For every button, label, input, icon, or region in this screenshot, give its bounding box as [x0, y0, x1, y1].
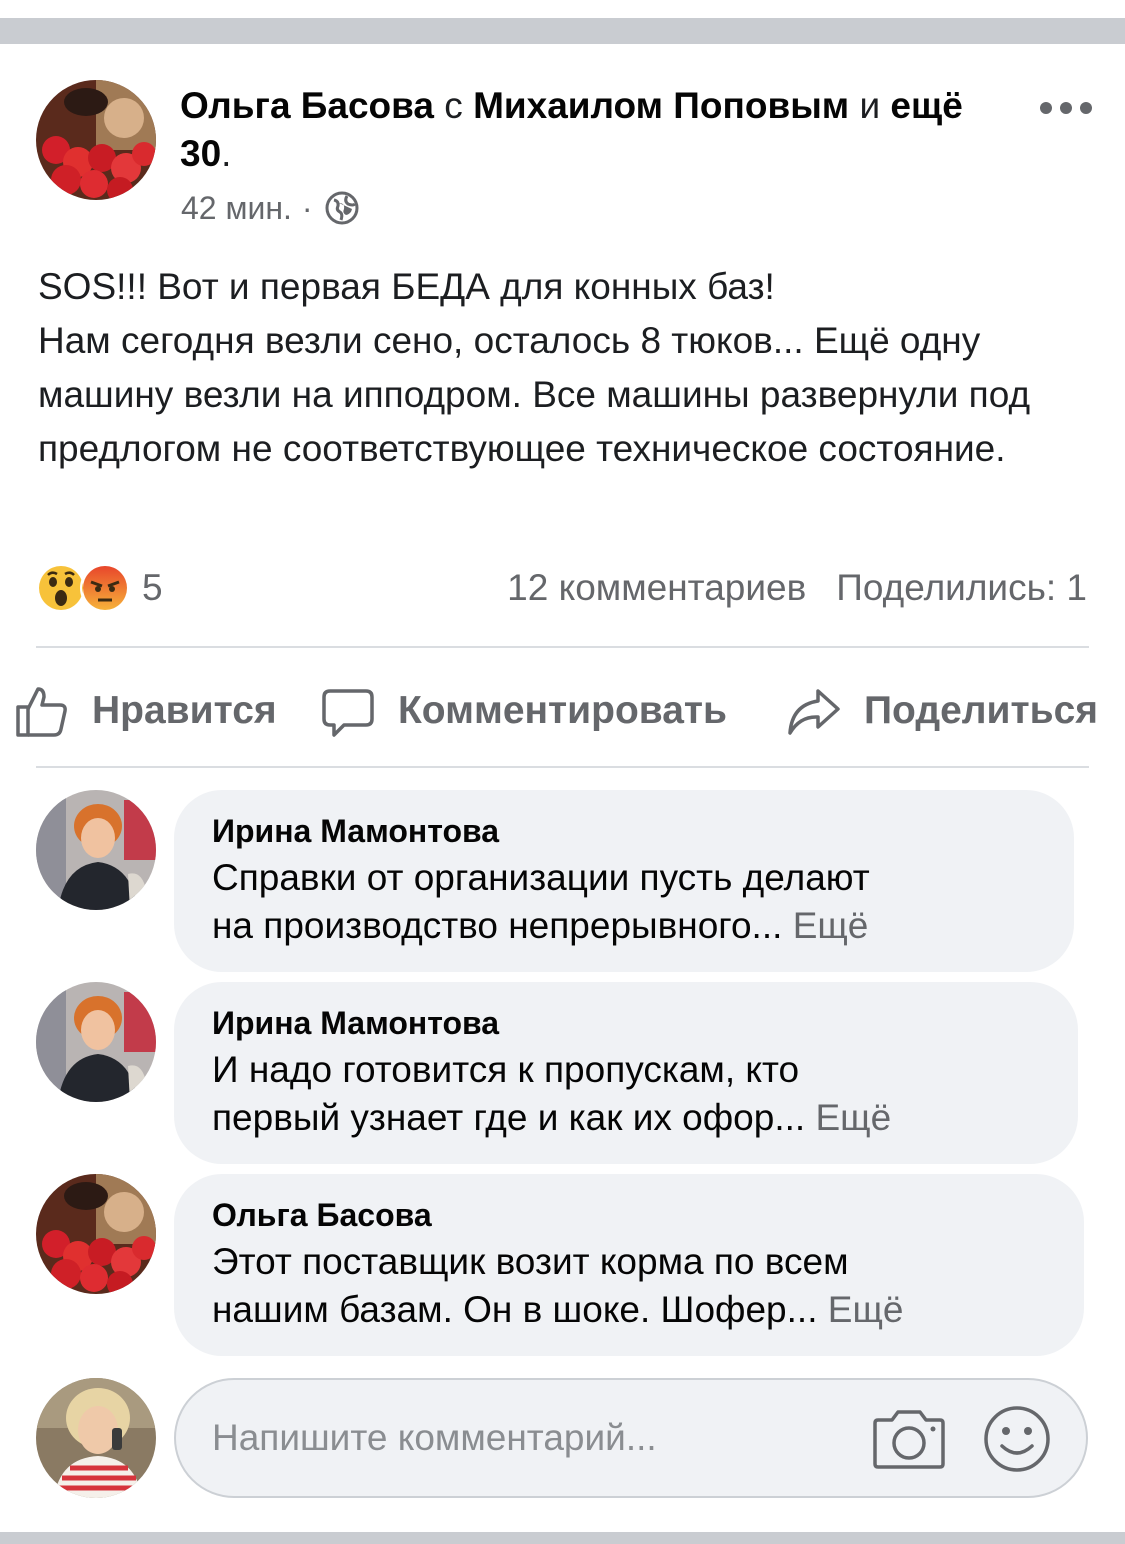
see-more-link[interactable]: Ещё	[815, 1097, 891, 1138]
comment-bubble-icon	[322, 689, 374, 737]
post-header: Ольга Басова с Михаилом Поповым и ещё 30…	[180, 82, 1020, 178]
comment-input[interactable]: Напишите комментарий...	[174, 1378, 1088, 1498]
comment-bubble: Ольга Басова Этот поставщик возит корма …	[174, 1174, 1084, 1356]
comment-line-1: Этот поставщик возит корма по всем	[212, 1241, 849, 1282]
comment-bubble: Ирина Мамонтова И надо готовится к пропу…	[174, 982, 1078, 1164]
comment-text: Справки от организации пусть делают на п…	[212, 854, 1036, 950]
comment-line-2: первый узнает где и как их офор...	[212, 1097, 806, 1138]
author-avatar[interactable]	[36, 80, 156, 200]
share-button[interactable]: Поделиться	[786, 668, 1098, 754]
tagged-person-link[interactable]: Михаилом Поповым	[473, 85, 849, 126]
camera-icon[interactable]	[872, 1406, 946, 1470]
with-word: с	[444, 85, 463, 126]
comment-line-2: нашим базам. Он в шоке. Шофер...	[212, 1289, 818, 1330]
share-arrow-icon	[788, 689, 840, 735]
share-label: Поделиться	[864, 689, 1099, 732]
header-period: .	[221, 133, 232, 174]
comment-input-placeholder: Напишите комментарий...	[212, 1417, 657, 1458]
like-button[interactable]: Нравится	[14, 668, 277, 754]
comment-line-1: И надо готовится к пропускам, кто	[212, 1049, 800, 1090]
angry-emoji-icon	[80, 563, 130, 613]
feed-separator-top	[0, 18, 1125, 44]
reactions-summary[interactable]: 5	[36, 563, 163, 613]
comment-text: Этот поставщик возит корма по всем нашим…	[212, 1238, 1046, 1334]
post-meta: 42 мин. ·	[181, 186, 359, 230]
divider-bottom	[36, 766, 1089, 768]
thumbs-up-icon	[16, 687, 67, 737]
comment-button[interactable]: Комментировать	[320, 668, 727, 754]
emoji-icon[interactable]	[982, 1404, 1052, 1474]
globe-icon	[325, 191, 359, 225]
post-action-bar: Нравится Комментировать Поделиться	[0, 668, 1125, 754]
comments-count-link[interactable]: 12 комментариев	[507, 567, 806, 609]
comment-line-2: на производство непрерывного...	[212, 905, 783, 946]
wow-emoji-icon	[36, 563, 86, 613]
shares-count-link[interactable]: Поделились: 1	[836, 567, 1087, 609]
commenter-name[interactable]: Ирина Мамонтова	[212, 1002, 1040, 1044]
like-label: Нравится	[92, 689, 277, 732]
post-body-text: SOS!!! Вот и первая БЕДА для конных баз!…	[38, 266, 1031, 469]
commenter-avatar[interactable]	[36, 982, 156, 1102]
post-time[interactable]: 42 мин.	[181, 186, 292, 230]
more-options-icon[interactable]	[1040, 96, 1096, 120]
and-word: и	[859, 85, 881, 126]
current-user-avatar	[36, 1378, 156, 1498]
meta-separator: ·	[301, 190, 313, 226]
commenter-avatar[interactable]	[36, 1174, 156, 1294]
commenter-avatar[interactable]	[36, 790, 156, 910]
reaction-count: 5	[142, 567, 163, 608]
see-more-link[interactable]: Ещё	[828, 1289, 904, 1330]
comment-label: Комментировать	[398, 689, 728, 732]
author-name-link[interactable]: Ольга Басова	[180, 85, 434, 126]
post-stats: 12 комментариев Поделились: 1	[507, 563, 1087, 613]
comment-line-1: Справки от организации пусть делают	[212, 857, 870, 898]
comment-bubble: Ирина Мамонтова Справки от организации п…	[174, 790, 1074, 972]
commenter-name[interactable]: Ольга Басова	[212, 1194, 1046, 1236]
commenter-name[interactable]: Ирина Мамонтова	[212, 810, 1036, 852]
see-more-link[interactable]: Ещё	[793, 905, 869, 946]
divider-top	[36, 646, 1089, 648]
comment-text: И надо готовится к пропускам, кто первый…	[212, 1046, 1040, 1142]
feed-separator-bottom	[0, 1532, 1125, 1544]
